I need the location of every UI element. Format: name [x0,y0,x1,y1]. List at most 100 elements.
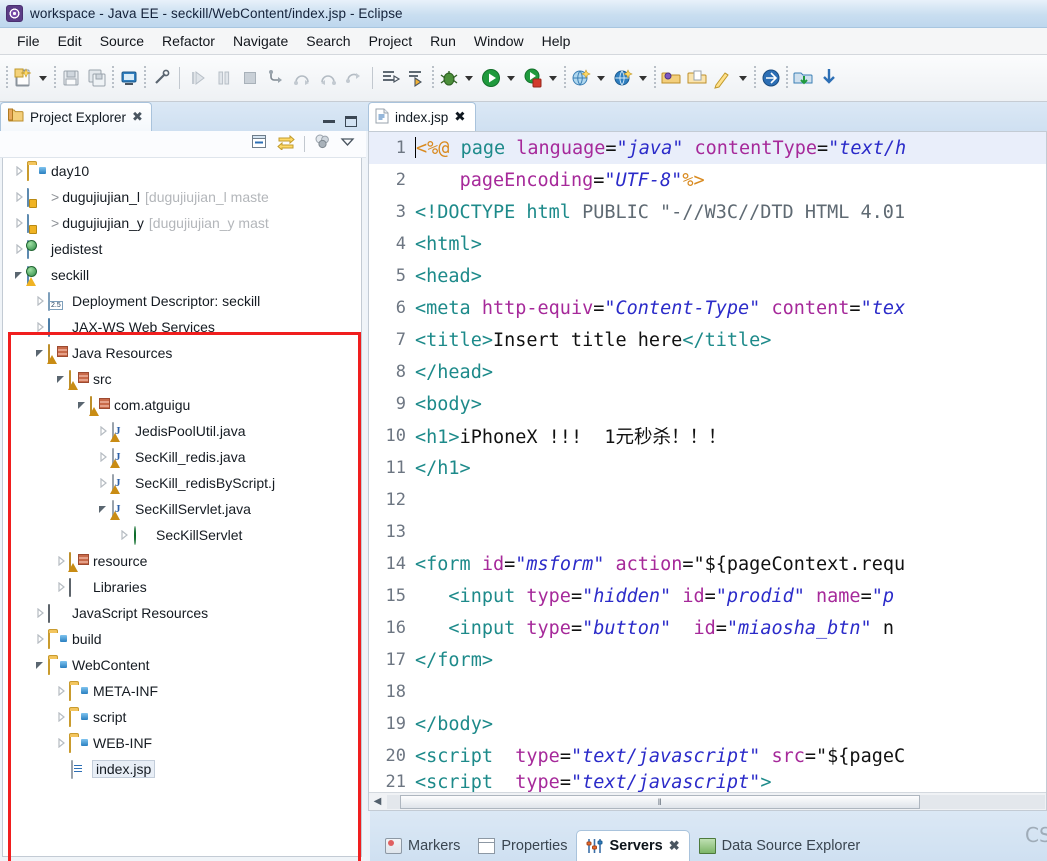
step-over-icon[interactable] [289,64,315,92]
view-menu-filters-icon[interactable] [314,133,331,155]
code-line[interactable]: 9 <body> [369,388,1046,420]
tab-data-source-explorer[interactable]: Data Source Explorer [690,830,870,861]
code-line[interactable]: 6 <meta http-equiv="Content-Type" content… [369,292,1046,324]
editor-horizontal-scrollbar[interactable]: ◀ ‖ [369,792,1046,810]
tree-item-seckillservlet[interactable]: SecKillServlet [3,522,361,548]
tree-item-build[interactable]: build [3,626,361,652]
chevron-right-icon[interactable] [11,166,27,176]
minimize-icon[interactable] [323,120,335,123]
code-line[interactable]: 13 [369,516,1046,548]
tree-item-webcontent[interactable]: WebContent [3,652,361,678]
menu-window[interactable]: Window [465,30,533,52]
menu-search[interactable]: Search [297,30,359,52]
new-dynamic-web-project-icon[interactable] [610,64,636,92]
tree-item-src[interactable]: src [3,366,361,392]
chevron-right-icon[interactable] [32,634,48,644]
import-icon[interactable] [816,64,842,92]
menu-refactor[interactable]: Refactor [153,30,224,52]
code-line[interactable]: 19 </body> [369,708,1046,740]
code-line[interactable]: 14 <form id="msform" action="${pageContex… [369,548,1046,580]
tree-item-day10[interactable]: day10 [3,158,361,184]
chevron-down-icon[interactable] [74,400,90,410]
tab-markers[interactable]: Markers [376,830,469,861]
run-dropdown-icon[interactable] [504,64,520,92]
code-line[interactable]: 5 <head> [369,260,1046,292]
tree-item-script[interactable]: script [3,704,361,730]
tab-properties[interactable]: Properties [469,830,576,861]
chevron-right-icon[interactable] [53,582,69,592]
code-line[interactable]: 16 <input type="button" id="miaosha_btn"… [369,612,1046,644]
chevron-down-icon[interactable] [53,374,69,384]
next-annotation-icon[interactable] [378,64,404,92]
chevron-right-icon[interactable] [53,556,69,566]
chevron-right-icon[interactable] [95,478,111,488]
code-line[interactable]: 15 <input type="hidden" id="prodid" name… [369,580,1046,612]
chevron-down-icon[interactable] [95,504,111,514]
tree-item-jedistest[interactable]: jedistest [3,236,361,262]
code-line[interactable]: 2 pageEncoding="UTF-8"%> [369,164,1046,196]
code-line[interactable]: 21 <script type="text/javascript"> [369,772,1046,793]
menu-navigate[interactable]: Navigate [224,30,297,52]
scroll-track[interactable]: ‖ [387,794,1045,809]
chevron-right-icon[interactable] [11,192,27,202]
chevron-down-icon[interactable] [32,660,48,670]
print-icon[interactable] [116,64,142,92]
tree-item-javascript-resources[interactable]: JavaScript Resources [3,600,361,626]
chevron-down-icon[interactable] [11,270,27,280]
chevron-right-icon[interactable] [32,322,48,332]
forward-icon[interactable] [758,64,784,92]
tab-project-explorer[interactable]: Project Explorer ✖ [0,102,152,131]
new-server-icon[interactable] [568,64,594,92]
debug-dropdown-icon[interactable] [462,64,478,92]
chevron-right-icon[interactable] [11,244,27,254]
tree-item-java-resources[interactable]: Java Resources [3,340,361,366]
run-icon[interactable] [478,64,504,92]
code-editor[interactable]: 1 <%@ page language="java" contentType="t… [368,131,1047,811]
quick-access-icon[interactable] [148,64,174,92]
new-wizard-icon[interactable] [10,64,36,92]
tab-servers[interactable]: Servers ✖ [576,830,690,861]
close-icon[interactable]: ✖ [669,838,680,854]
tree-item-libraries[interactable]: Libraries [3,574,361,600]
new-web-dropdown-icon[interactable] [636,64,652,92]
code-line[interactable]: 17 </form> [369,644,1046,676]
chevron-right-icon[interactable] [95,426,111,436]
code-line[interactable]: 20 <script type="text/javascript" src="${… [369,740,1046,772]
chevron-down-icon[interactable] [32,348,48,358]
tree-item-seckill-redis-java[interactable]: J SecKill_redis.java [3,444,361,470]
menu-run[interactable]: Run [421,30,465,52]
resume-icon[interactable] [185,64,211,92]
drop-to-frame-icon[interactable] [341,64,367,92]
close-icon[interactable]: ✖ [132,110,143,125]
tree-item-index-jsp[interactable]: index.jsp [3,756,361,782]
chevron-right-icon[interactable] [53,686,69,696]
chevron-right-icon[interactable] [53,712,69,722]
tree-item-seckillservlet-java[interactable]: J SecKillServlet.java [3,496,361,522]
tree-item-seckill[interactable]: seckill [3,262,361,288]
open-task-icon[interactable] [684,64,710,92]
scroll-left-icon[interactable]: ◀ [369,796,386,807]
tree-item-web-inf[interactable]: WEB-INF [3,730,361,756]
menu-edit[interactable]: Edit [49,30,91,52]
toolbar-grip[interactable] [6,66,8,90]
close-icon[interactable]: ✖ [454,109,465,125]
search-icon[interactable] [710,64,736,92]
menu-file[interactable]: File [8,30,49,52]
chevron-right-icon[interactable] [116,530,132,540]
debug-icon[interactable] [436,64,462,92]
menu-source[interactable]: Source [91,30,153,52]
code-line[interactable]: 3 <!DOCTYPE html PUBLIC "-//W3C//DTD HTML… [369,196,1046,228]
code-line[interactable]: 11 </h1> [369,452,1046,484]
chevron-right-icon[interactable] [53,738,69,748]
run-last-dropdown-icon[interactable] [546,64,562,92]
code-line[interactable]: 7 <title>Insert title here</title> [369,324,1046,356]
suspend-icon[interactable] [211,64,237,92]
previous-annotation-icon[interactable] [404,64,430,92]
tree-item-seckill-redisbyscript-j[interactable]: J SecKill_redisByScript.j [3,470,361,496]
tree-item-com-atguigu[interactable]: com.atguigu [3,392,361,418]
tree-item-deployment-descriptor-seckill[interactable]: 2.5 Deployment Descriptor: seckill [3,288,361,314]
new-wizard-dropdown-icon[interactable] [36,64,52,92]
code-line[interactable]: 4 <html> [369,228,1046,260]
run-last-tool-icon[interactable] [520,64,546,92]
code-line[interactable]: 10 <h1>iPhoneX !!! 1元秒杀！！！ [369,420,1046,452]
